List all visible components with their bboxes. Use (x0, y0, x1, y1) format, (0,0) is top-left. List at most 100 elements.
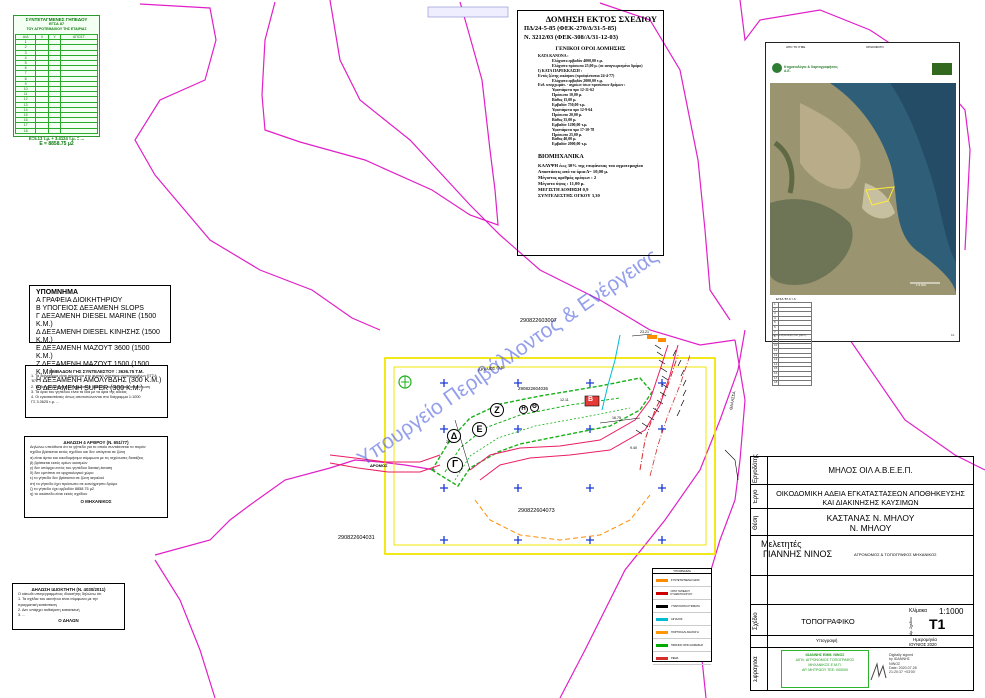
inset-coord-table: 1 2 3 4 5 6 7 8 9 10 11 12 13 14 15 16 17 18 (771, 302, 812, 386)
terms-lines: ΚΑΤΑ ΚΑΝΟΝΑ : Ελάχιστο εμβαδόν 4000,00 τ.… (524, 54, 657, 147)
tb-scale-label: Κλίμακα (909, 608, 928, 614)
legend-item: Β ΥΠΟΓΕΙΟΣ ΔΕΞΑΜΕΝΗ SLOPS (36, 305, 144, 312)
legend-title: ΥΠΟΜΝΗΜΑ (36, 289, 78, 296)
tb-row-project: Έργο ΟΙΚΟΔΟΜΙΚΗ ΑΔΕΙΑ ΕΓΚΑΤΑΣΤΑΣΕΩΝ ΑΠΟΘ… (751, 485, 973, 509)
aerial-photo (770, 83, 956, 295)
key-label: ΠΡΑΣΙΝΟ ΟΡΙΟ ΔΟΜΗΣΗΣ (671, 643, 703, 647)
tb-scale-value: 1:1000 (939, 607, 964, 616)
key-label: ΣΥΝΤΕΤΑΓΜΕΝΗ ΟΔΟΣ (671, 578, 700, 582)
dim-label-4: 12.11 (560, 398, 569, 402)
key-row: ΣΥΝΤΕΤΑΓΜΕΝΗ ΟΔΟΣ (653, 574, 711, 587)
terms-section-industrial: ΒΙΟΜΗΧΑΝΙΚΑ (538, 154, 584, 161)
tb-date-value: ΙΟΥΝΙΟΣ 2020 (909, 642, 937, 647)
terms-title-3: Ν. 3212/03 (ΦΕΚ-308/Α/31-12-03) (524, 34, 619, 41)
inset-logo-right (932, 63, 952, 75)
key-swatch (656, 604, 668, 608)
tb-row-owner: Εργοδότης ΜΗΛΟΣ ΟΙΛ Α.Β.Ε.Ε.Π. (751, 454, 973, 485)
inset-company: Κτηματολόγιο & Χαρτογραφήσεις Α.Ε. (784, 65, 838, 73)
tb-row-sheet: Σχέδιο ΤΟΠΟΓΡΑΦΙΚΟ Κλίμακα 1:1000 Αρ. Σχ… (751, 604, 973, 636)
coord-cell (35, 127, 49, 134)
key-label: ΥΠΑΡΧΟΝΤΑ ΚΤΙΣΜΑΤΑ (671, 604, 700, 608)
orthophoto-inset: ΑΠΟ ΤΟ ΙΓΜΕ ΟΡΘΟΦΩΤΟ Κτηματολόγιο & Χαρτ… (765, 42, 960, 386)
key-swatch (656, 578, 668, 582)
inset-footer-left: Για την αξιοποίηση του χάρτη... (772, 334, 808, 337)
key-row: ΥΠΑΡΧΟΝΤΑ ΚΤΙΣΜΑΤΑ (653, 600, 711, 613)
header-strip (427, 6, 509, 18)
tank-z: Ζ (490, 403, 504, 417)
terms-section-general: ΓΕΝΙΚΟΙ ΟΡΟΙ ΔΟΜΗΣΗΣ (555, 46, 626, 52)
note-owner-box: ΔΗΛΩΣΗ ΙΔΙΟΚΤΗΤΗ (Ν. 4030/2011) Ο κάτωθι… (12, 583, 125, 630)
tb-row-location: Θέση ΚΑΣΤΑΝΑΣ Ν. ΜΗΛΟΥ Ν. ΜΗΛΟΥ (751, 509, 973, 536)
legend-item: Γ ΔΕΞΑΜΕΝΗ DIESEL MARINE (1500 Κ.Μ.) (36, 313, 157, 328)
title-block: Εργοδότης ΜΗΛΟΣ ΟΙΛ Α.Β.Ε.Ε.Π. Έργο ΟΙΚΟ… (750, 454, 974, 691)
key-label: ΟΡΙΟ ΓΗΠΕΔΟΥ ΚΤΗΜΑΤΟΛΟΓΙΟΥ (670, 590, 693, 596)
inset-header-left: ΑΠΟ ΤΟ ΙΓΜΕ (786, 45, 806, 49)
tb-label-location: Θέση (753, 515, 759, 530)
key-swatch (656, 591, 668, 595)
symbol-key-box: ΥΠΟΜΝΗΜΑ ΣΥΝΤΕΤΑΓΜΕΝΗ ΟΔΟΣ ΟΡΙΟ ΓΗΠΕΔΟΥ Κ… (652, 568, 712, 665)
tb-project-line1: ΟΙΚΟΔΟΜΙΚΗ ΑΔΕΙΑ ΕΓΚΑΤΑΣΤΑΣΕΩΝ ΑΠΟΘΗΚΕΥΣ… (776, 489, 965, 498)
tb-designer-title: ΑΓΡΟΝΟΜΟΣ & ΤΟΠΟΓΡΑΦΟΣ ΜΗΧΑΝΙΚΟΣ (854, 552, 937, 557)
terms-title-2: ΠΔ/24-5-85 (ΦΕΚ-270/Δ/31-5-85) (524, 25, 617, 32)
inset-logo-green (772, 63, 782, 73)
key-swatch (656, 656, 668, 660)
digital-signature: Digitally signed by ΙΩΑΝΝΗΣ ΝΙΝΟΣ Date: … (889, 653, 917, 674)
tank-th: Θ (530, 403, 539, 412)
building-b-label: Β (588, 396, 594, 403)
dim-label-1: 23.21 (640, 330, 649, 334)
grid-crosses (440, 379, 666, 544)
key-row: ΡΕΜΑ (653, 652, 711, 665)
inset-row: 18 (771, 380, 812, 386)
terms-big-line: ΣΥΝΤΕΛΕΣΤΗΣ ΟΓΚΟΥ 3,30 (538, 193, 600, 199)
key-row: ΟΡΙΟ ΓΗΠΕΔΟΥ ΚΤΗΜΑΤΟΛΟΓΙΟΥ (653, 587, 711, 600)
boundary-bottom (154, 559, 216, 698)
tb-row-signature: Υπογραφή Ημερομηνία ΙΟΥΝΙΟΣ 2020 (751, 636, 973, 648)
tb-label-project: Έργο (753, 489, 759, 505)
marker-1 (647, 335, 657, 339)
tb-label-sheet: Σχέδιο (753, 612, 759, 630)
inset-footer-right: 1/1 (951, 334, 955, 337)
note3-signature: Ο ΔΗΛΩΝ (58, 618, 79, 624)
key-row: ΠΟΡΤΟΚΑΛΙ ΑΝΑΓΩΓΗ (653, 626, 711, 639)
dimension-lines (454, 333, 653, 471)
tank-g: Γ (447, 457, 463, 473)
coord-grid: A/A X Y ΑΠΟΣΤ. 1 2 3 4 5 6 7 8 9 10 11 12 13 14 15 16 17… (14, 33, 98, 134)
key-row: ΑΙΓΙΑΛΟΣ (653, 613, 711, 626)
building-terms-box: ΔΟΜΗΣΗ ΕΚΤΟΣ ΣΧΕΔΙΟΥ ΠΔ/24-5-85 (ΦΕΚ-270… (517, 10, 664, 256)
road-left-label: ΔΡΟΜΟΣ (370, 463, 388, 468)
key-label: ΡΕΜΑ (671, 656, 679, 660)
inset-header-right: ΟΡΘΟΦΩΤΟ (866, 45, 884, 49)
coord-cell: 18 (14, 127, 37, 134)
note1-line: 1. Τα διάγραμμα είναι σύμφωνα στο φυσικό… (31, 374, 157, 384)
tb-label-owner: Εργοδότης (753, 454, 759, 483)
tb-owner: ΜΗΛΟΣ ΟΙΛ Α.Β.Ε.Ε.Π. (828, 466, 913, 475)
dim-label-5: 9.40 (630, 446, 637, 450)
tank-d: Δ (447, 429, 461, 443)
tb-row-stamp: Σφραγίδα ΙΩΑΝΝΗΣ ΕΜΜ. ΝΙΝΟΣ ΔΙΠΛ. ΑΓΡΟΝΟ… (751, 648, 973, 690)
kaek-top: 290822603007 (520, 318, 557, 324)
signature-scribble-icon (870, 662, 887, 681)
note2-signature: Ο ΜΗΧΑΝΙΚΟΣ (80, 499, 112, 505)
inner-setback (454, 407, 631, 481)
note1-line: ΓΣ 3.3625 τ.μ. ... (31, 400, 60, 405)
coord-cell (60, 127, 98, 134)
boundary-left (134, 3, 381, 331)
orange-markers (647, 335, 666, 342)
key-swatch (656, 630, 668, 634)
legend-item: Α ΓΡΑΦΕΙΑ ΔΙΟΙΚΗΤΗΡΙΟΥ (36, 297, 123, 304)
coord-row: 18 (14, 127, 98, 134)
boundary-outer-right (849, 339, 985, 471)
coord-title-3: ΤΟΥ ΑΓΡΟΤΕΜΑΧΙΟΥ ΤΗΣ ΕΤΑΙΡΙΑΣ (26, 27, 87, 31)
tb-stamp: ΙΩΑΝΝΗΣ ΕΜΜ. ΝΙΝΟΣ ΔΙΠΛ. ΑΓΡΟΝΟΜΟΣ ΤΟΠΟΓ… (781, 650, 869, 688)
legend-item: Ε ΔΕΞΑΜΕΝΗ ΜΑΖΟΥΤ 3600 (1500 Κ.Μ.) (36, 345, 150, 360)
tank-e: Ε (472, 422, 487, 437)
key-rows: ΣΥΝΤΕΤΑΓΜΕΝΗ ΟΔΟΣ ΟΡΙΟ ΓΗΠΕΔΟΥ ΚΤΗΜΑΤΟΛΟΓ… (653, 574, 711, 665)
key-label: ΠΟΡΤΟΚΑΛΙ ΑΝΑΓΩΓΗ (671, 630, 699, 634)
boundary-lower (154, 459, 436, 556)
green-marker-arrow (401, 376, 409, 388)
terms-line: Εμβαδόν 2000,00 τ.μ. (552, 142, 588, 147)
note2-line: η) το οικόπεδο είναι εκτός σχεδίου (30, 492, 88, 497)
boundary-upper-left (261, 1, 499, 226)
tb-designers-label: Μελετητές (761, 539, 802, 549)
sea-line (724, 449, 739, 481)
